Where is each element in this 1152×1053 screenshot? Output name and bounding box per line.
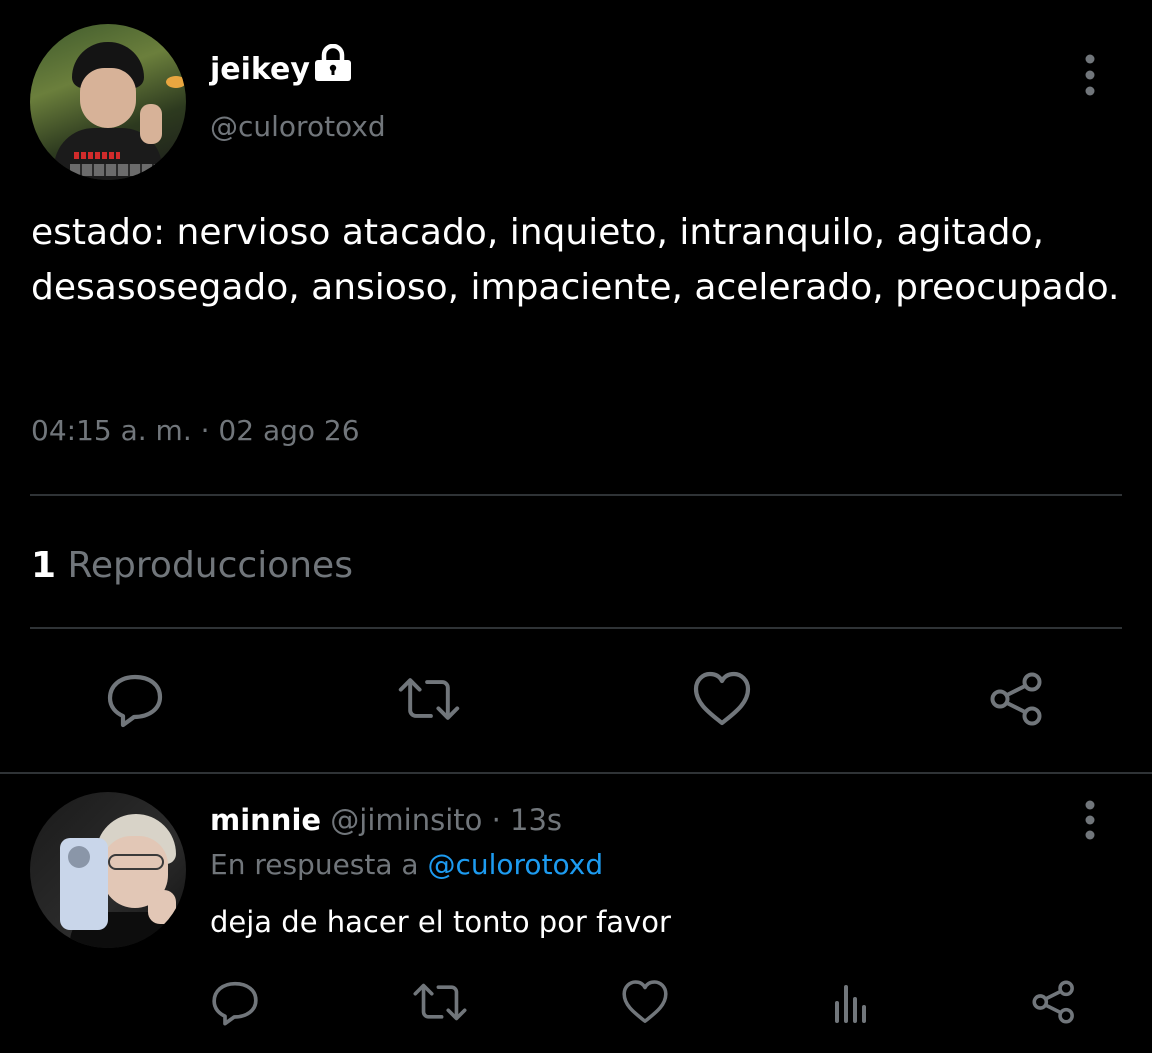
reply-text: deja de hacer el tonto por favor bbox=[210, 905, 671, 939]
reply-time[interactable]: 13s bbox=[510, 803, 562, 837]
divider bbox=[30, 494, 1122, 496]
views-label: Reproducciones bbox=[67, 545, 353, 586]
reply-display-name[interactable]: minnie bbox=[210, 803, 321, 837]
avatar-phone-camera bbox=[68, 846, 90, 868]
reply-separator: · bbox=[491, 803, 501, 837]
like-icon bbox=[693, 671, 751, 726]
views-icon bbox=[835, 985, 866, 1023]
reply-icon bbox=[107, 674, 163, 728]
retweet-icon bbox=[413, 983, 467, 1021]
reply-header: minnie @jiminsito · 13s bbox=[210, 798, 562, 842]
reply-reply-button[interactable] bbox=[205, 972, 265, 1032]
in-reply-prefix: En respuesta a bbox=[210, 848, 419, 881]
reply-author-avatar[interactable] bbox=[30, 792, 186, 948]
retweet-button[interactable] bbox=[397, 667, 461, 731]
avatar-glasses bbox=[108, 854, 164, 870]
avatar-hand bbox=[140, 104, 162, 144]
reply-views-button[interactable] bbox=[820, 972, 880, 1032]
reply-icon bbox=[212, 981, 258, 1026]
avatar-game-hearts bbox=[74, 152, 120, 159]
divider bbox=[30, 627, 1122, 629]
tweet-text: estado: nervioso atacado, inquieto, intr… bbox=[31, 212, 1120, 308]
like-button[interactable] bbox=[690, 667, 754, 731]
retweet-icon bbox=[398, 678, 460, 720]
author-display-name[interactable]: jeikey bbox=[210, 48, 310, 92]
reply-more-options-icon[interactable] bbox=[1070, 798, 1110, 842]
avatar-face bbox=[80, 68, 136, 128]
tweet-timestamp[interactable]: 04:15 a. m. · 02 ago 26 bbox=[31, 410, 360, 452]
author-handle[interactable]: @culorotoxd bbox=[210, 106, 386, 148]
reply-button[interactable] bbox=[103, 667, 167, 731]
lock-icon bbox=[312, 43, 354, 82]
more-options-icon[interactable] bbox=[1070, 50, 1110, 100]
avatar-game-hotbar bbox=[70, 164, 160, 176]
avatar-hand bbox=[148, 890, 176, 924]
section-separator bbox=[0, 772, 1152, 774]
reply-share-button[interactable] bbox=[1024, 972, 1084, 1032]
views-stat[interactable]: 1 Reproducciones bbox=[31, 541, 353, 591]
in-reply-to: En respuesta a @culorotoxd bbox=[210, 844, 603, 886]
reply-like-button[interactable] bbox=[615, 972, 675, 1032]
reply-retweet-button[interactable] bbox=[410, 972, 470, 1032]
avatar-phone bbox=[60, 838, 108, 930]
views-count: 1 bbox=[31, 545, 57, 586]
in-reply-mention[interactable]: @culorotoxd bbox=[427, 848, 603, 881]
share-icon bbox=[990, 672, 1042, 726]
share-icon bbox=[1032, 980, 1074, 1024]
reply-handle[interactable]: @jiminsito bbox=[330, 803, 482, 837]
author-avatar[interactable] bbox=[30, 24, 186, 180]
like-icon bbox=[622, 980, 668, 1023]
avatar-flame bbox=[166, 76, 186, 88]
share-button[interactable] bbox=[985, 667, 1049, 731]
